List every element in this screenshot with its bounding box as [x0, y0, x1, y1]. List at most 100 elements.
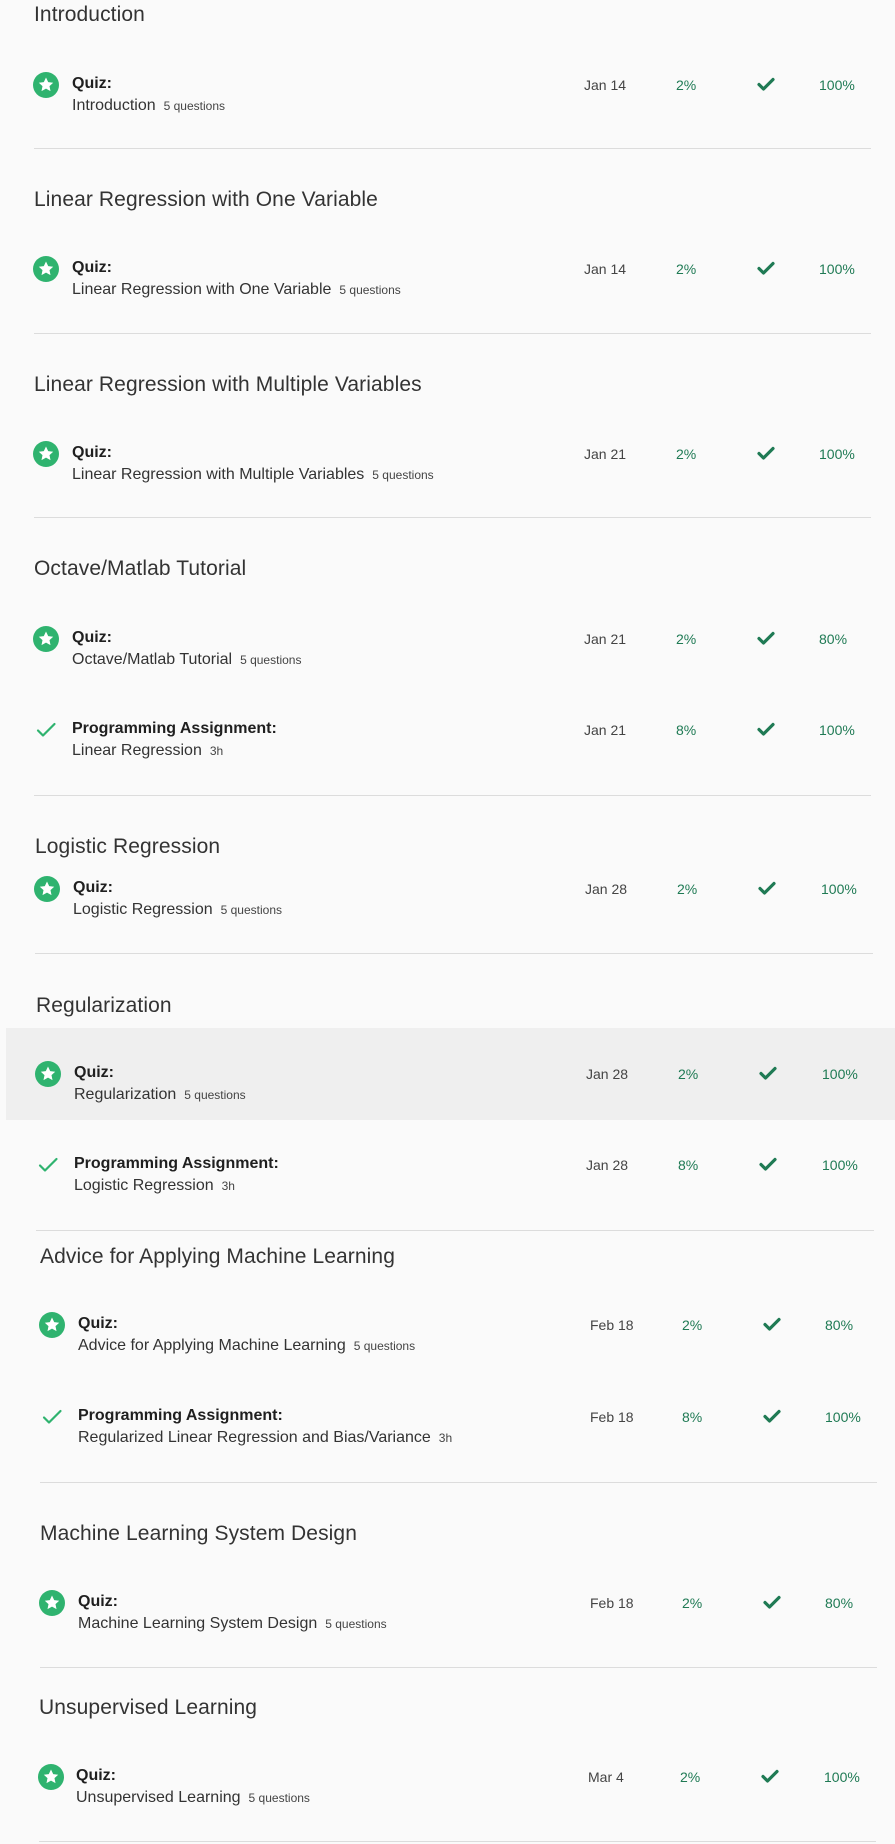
section-divider [35, 953, 873, 954]
section-divider [34, 517, 871, 518]
section-divider [40, 1482, 877, 1483]
item-weight: 2% [676, 446, 697, 462]
item-grade: 80% [825, 1317, 854, 1333]
check-icon [756, 74, 776, 94]
item-name-text: Linear Regression [72, 742, 202, 759]
star-badge-icon [35, 1061, 61, 1087]
item-type-label: Quiz: [72, 444, 112, 461]
item-type-label: Programming Assignment: [74, 1155, 279, 1172]
item-type-label: Quiz: [72, 259, 112, 276]
item-weight: 8% [682, 1409, 703, 1425]
item-name-text: Octave/Matlab Tutorial [72, 651, 233, 668]
item-name-text: Logistic Regression [73, 901, 213, 918]
item-name-link[interactable]: Logistic Regression 3h [74, 1177, 235, 1195]
item-weight: 2% [676, 77, 697, 93]
due-date: Jan 28 [586, 1066, 629, 1082]
star-badge-icon [33, 626, 59, 652]
checkmark-icon [35, 1152, 61, 1178]
section-divider [34, 795, 871, 796]
checkmark-icon [39, 1404, 65, 1430]
item-meta: 5 questions [325, 1617, 387, 1631]
item-weight: 8% [678, 1157, 699, 1173]
item-name-text: Regularization [74, 1086, 177, 1103]
due-date: Jan 21 [584, 446, 627, 462]
item-type-label: Quiz: [72, 629, 112, 646]
item-name-link[interactable]: Linear Regression 3h [72, 742, 223, 760]
item-grade: 100% [822, 1157, 858, 1173]
grades-list: Introduction Quiz: Introduction 5 questions… [0, 0, 895, 1844]
item-name-text: Unsupervised Learning [76, 1789, 241, 1806]
item-grade: 100% [821, 881, 857, 897]
grade-item-row[interactable] [0, 1557, 895, 1649]
item-name-link[interactable]: Introduction 5 questions [72, 97, 225, 115]
item-meta: 3h [438, 1431, 453, 1445]
item-meta: 5 questions [339, 283, 401, 297]
item-meta: 3h [209, 744, 224, 758]
item-name-text: Linear Regression with Multiple Variable… [72, 466, 365, 483]
item-name-link[interactable]: Advice for Applying Machine Learning 5 qu… [78, 1337, 415, 1355]
item-weight: 2% [676, 631, 697, 647]
item-name-link[interactable]: Octave/Matlab Tutorial 5 questions [72, 651, 301, 669]
item-name-link[interactable]: Linear Regression with Multiple Variable… [72, 466, 434, 484]
item-meta: 5 questions [353, 1339, 416, 1353]
item-weight: 2% [682, 1595, 703, 1611]
grade-item-row[interactable] [0, 1279, 895, 1371]
check-icon [760, 1766, 780, 1786]
item-weight: 2% [678, 1066, 699, 1082]
section-title: Octave/Matlab Tutorial [34, 557, 247, 580]
check-icon [756, 719, 776, 739]
item-meta: 3h [221, 1179, 235, 1193]
item-type-label: Quiz: [78, 1315, 118, 1332]
item-weight: 2% [676, 261, 697, 277]
item-weight: 2% [677, 881, 698, 897]
section-divider [34, 148, 871, 149]
item-name-link[interactable]: Logistic Regression 5 questions [73, 901, 282, 919]
due-date: Jan 14 [584, 261, 627, 277]
check-icon [762, 1406, 782, 1426]
item-type-label: Programming Assignment: [78, 1407, 283, 1424]
section-title: Linear Regression with Multiple Variable… [34, 373, 422, 396]
item-grade: 100% [819, 77, 855, 93]
section-divider [36, 1230, 874, 1231]
item-meta: 5 questions [248, 1791, 310, 1805]
section-title: Linear Regression with One Variable [34, 188, 378, 211]
item-grade: 100% [824, 1769, 860, 1785]
item-meta: 5 questions [184, 1088, 246, 1102]
item-name-link[interactable]: Machine Learning System Design 5 question… [78, 1615, 387, 1633]
section-title: Advice for Applying Machine Learning [40, 1245, 395, 1268]
item-grade: 80% [825, 1595, 854, 1611]
due-date: Jan 28 [585, 881, 628, 897]
due-date: Jan 21 [584, 631, 627, 647]
item-grade: 100% [825, 1409, 861, 1425]
item-type-label: Quiz: [76, 1767, 116, 1784]
section-divider [40, 1667, 877, 1668]
item-name-text: Advice for Applying Machine Learning [78, 1337, 346, 1354]
check-icon [762, 1592, 782, 1612]
section-divider [34, 333, 871, 334]
item-name-link[interactable]: Linear Regression with One Variable 5 que… [72, 281, 401, 299]
due-date: Feb 18 [590, 1317, 634, 1333]
item-name-text: Linear Regression with One Variable [72, 281, 332, 298]
item-weight: 8% [676, 722, 697, 738]
item-name-link[interactable]: Regularized Linear Regression and Bias/V… [78, 1429, 452, 1447]
section-title: Regularization [36, 994, 172, 1017]
item-type-label: Quiz: [72, 75, 112, 92]
star-badge-icon [34, 876, 60, 902]
item-meta: 5 questions [240, 653, 302, 667]
checkmark-icon [33, 717, 59, 743]
star-badge-icon [39, 1312, 65, 1338]
item-name-text: Machine Learning System Design [78, 1615, 318, 1632]
due-date: Mar 4 [588, 1769, 624, 1785]
section-divider [39, 1841, 876, 1842]
item-weight: 2% [680, 1769, 701, 1785]
item-type-label: Quiz: [73, 879, 113, 896]
check-icon [757, 878, 777, 898]
item-type-label: Programming Assignment: [72, 720, 277, 737]
due-date: Jan 21 [584, 722, 627, 738]
due-date: Jan 14 [584, 77, 627, 93]
item-grade: 100% [819, 446, 855, 462]
check-icon [762, 1314, 782, 1334]
item-name-link[interactable]: Unsupervised Learning 5 questions [76, 1789, 310, 1807]
item-name-link[interactable]: Regularization 5 questions [74, 1086, 246, 1104]
star-badge-icon [33, 441, 59, 467]
